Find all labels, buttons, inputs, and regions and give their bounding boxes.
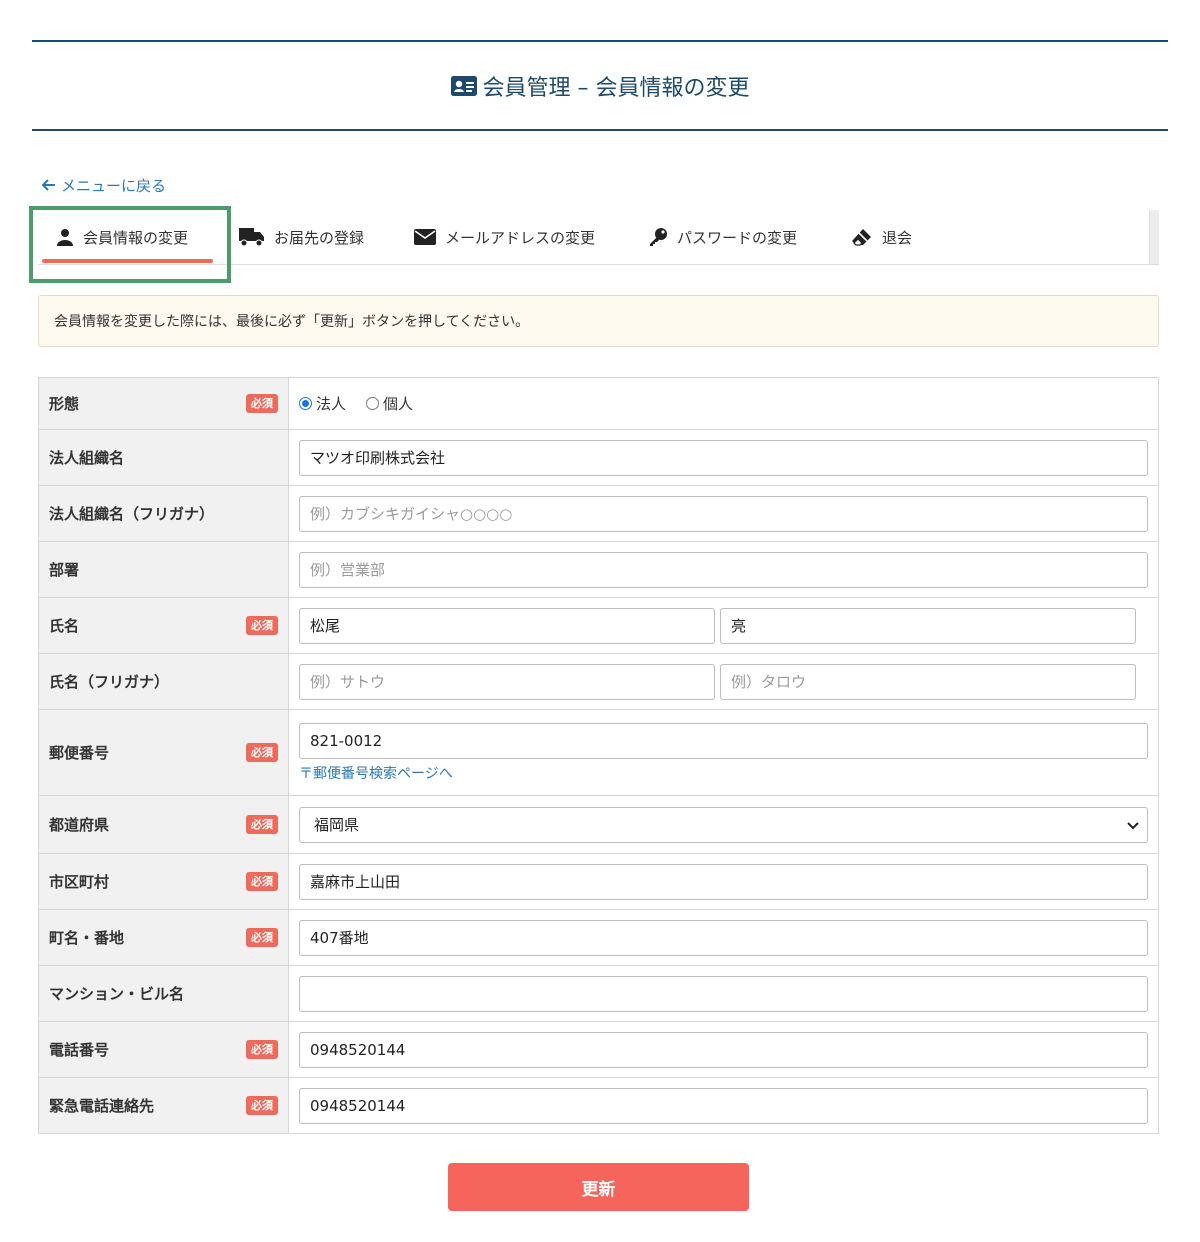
form-row-postal-code: 郵便番号 必須 〒郵便番号検索ページへ xyxy=(38,709,1159,796)
id-card-icon xyxy=(450,75,477,96)
required-badge: 必須 xyxy=(246,742,278,763)
field-label: 郵便番号 xyxy=(49,744,110,762)
tab-label: 会員情報の変更 xyxy=(83,228,189,247)
field-label: 緊急電話連絡先 xyxy=(49,1097,155,1115)
radio-corporation[interactable]: 法人 xyxy=(299,393,346,414)
radio-individual[interactable]: 個人 xyxy=(366,393,413,414)
field-label: 形態 xyxy=(49,395,80,413)
form-row-street: 町名・番地 必須 xyxy=(38,909,1159,966)
form-row-department: 部署 xyxy=(38,541,1159,598)
update-button[interactable]: 更新 xyxy=(448,1163,749,1211)
tab-email-change[interactable]: メールアドレスの変更 xyxy=(414,210,595,264)
page-header: 会員管理 – 会員情報の変更 xyxy=(32,40,1168,131)
field-label: 都道府県 xyxy=(49,816,110,834)
field-label: 電話番号 xyxy=(49,1041,110,1059)
required-badge: 必須 xyxy=(246,927,278,948)
chevron-down-icon xyxy=(1127,816,1139,834)
page-title: 会員管理 – 会員情報の変更 xyxy=(450,70,750,102)
field-label: 市区町村 xyxy=(49,873,110,891)
required-badge: 必須 xyxy=(246,814,278,835)
tab-label: メールアドレスの変更 xyxy=(445,228,596,247)
postal-code-input[interactable] xyxy=(299,722,1148,759)
department-input[interactable] xyxy=(299,551,1148,588)
tab-shipping-address[interactable]: お届先の登録 xyxy=(239,210,364,264)
last-name-kana-input[interactable] xyxy=(299,663,715,700)
active-tab-indicator xyxy=(42,259,213,263)
building-input[interactable] xyxy=(299,975,1148,1012)
radio-button[interactable] xyxy=(366,397,380,410)
tab-label: お届先の登録 xyxy=(274,228,365,247)
required-badge: 必須 xyxy=(246,1095,278,1116)
prefecture-select[interactable]: 福岡県 xyxy=(299,806,1148,843)
key-icon xyxy=(648,227,668,247)
field-label: 法人組織名 xyxy=(49,449,125,467)
postal-code-search-link[interactable]: 〒郵便番号検索ページへ xyxy=(299,763,1148,783)
field-label: 氏名 xyxy=(49,617,80,635)
city-input[interactable] xyxy=(299,863,1148,900)
tab-member-info[interactable]: 会員情報の変更 xyxy=(56,210,188,264)
member-form: 形態 必須 法人 個人 法人組織名 法人組織名（フリガナ） xyxy=(38,377,1159,1134)
tab-withdraw[interactable]: 退会 xyxy=(851,210,912,264)
first-name-input[interactable] xyxy=(720,607,1136,644)
form-row-entity-type: 形態 必須 法人 個人 xyxy=(38,377,1159,430)
phone-input[interactable] xyxy=(299,1031,1148,1068)
field-label: 部署 xyxy=(49,561,80,579)
user-icon xyxy=(56,228,74,246)
first-name-kana-input[interactable] xyxy=(720,663,1136,700)
street-input[interactable] xyxy=(299,919,1148,956)
radio-label: 個人 xyxy=(383,395,414,413)
form-row-city: 市区町村 必須 xyxy=(38,853,1159,910)
form-row-company-kana: 法人組織名（フリガナ） xyxy=(38,485,1159,542)
form-row-emergency-phone: 緊急電話連絡先 必須 xyxy=(38,1077,1159,1134)
eraser-icon xyxy=(851,228,873,246)
required-badge: 必須 xyxy=(246,1039,278,1060)
company-kana-input[interactable] xyxy=(299,495,1148,532)
update-notice: 会員情報を変更した際には、最後に必ず「更新」ボタンを押してください。 xyxy=(38,295,1159,347)
tab-label: パスワードの変更 xyxy=(677,228,798,247)
select-value: 福岡県 xyxy=(314,816,360,834)
form-row-building: マンション・ビル名 xyxy=(38,965,1159,1022)
form-row-name-kana: 氏名（フリガナ） xyxy=(38,653,1159,710)
truck-icon xyxy=(239,227,265,247)
back-to-menu-link[interactable]: メニューに戻る xyxy=(41,175,167,196)
radio-label: 法人 xyxy=(316,395,347,413)
form-row-company-name: 法人組織名 xyxy=(38,429,1159,486)
last-name-input[interactable] xyxy=(299,607,715,644)
field-label: マンション・ビル名 xyxy=(49,985,185,1003)
form-row-phone: 電話番号 必須 xyxy=(38,1021,1159,1078)
arrow-left-icon xyxy=(41,177,56,195)
tab-scrollbar[interactable] xyxy=(1149,210,1159,264)
tab-label: 退会 xyxy=(882,228,913,247)
required-badge: 必須 xyxy=(246,615,278,636)
required-badge: 必須 xyxy=(246,393,278,414)
back-link-label: メニューに戻る xyxy=(61,177,167,195)
field-label: 氏名（フリガナ） xyxy=(49,673,170,691)
radio-button-checked[interactable] xyxy=(299,397,312,410)
form-row-prefecture: 都道府県 必須 福岡県 xyxy=(38,795,1159,854)
form-row-name: 氏名 必須 xyxy=(38,597,1159,654)
page-title-text: 会員管理 – 会員情報の変更 xyxy=(482,75,750,101)
field-label: 法人組織名（フリガナ） xyxy=(49,505,215,523)
envelope-icon xyxy=(414,229,436,245)
emergency-phone-input[interactable] xyxy=(299,1087,1148,1124)
field-label: 町名・番地 xyxy=(49,929,125,947)
required-badge: 必須 xyxy=(246,871,278,892)
company-name-input[interactable] xyxy=(299,439,1148,476)
tab-password-change[interactable]: パスワードの変更 xyxy=(648,210,797,264)
tab-bar: 会員情報の変更 お届先の登録 メールアドレスの変更 パスワードの変更 退会 xyxy=(38,210,1159,265)
